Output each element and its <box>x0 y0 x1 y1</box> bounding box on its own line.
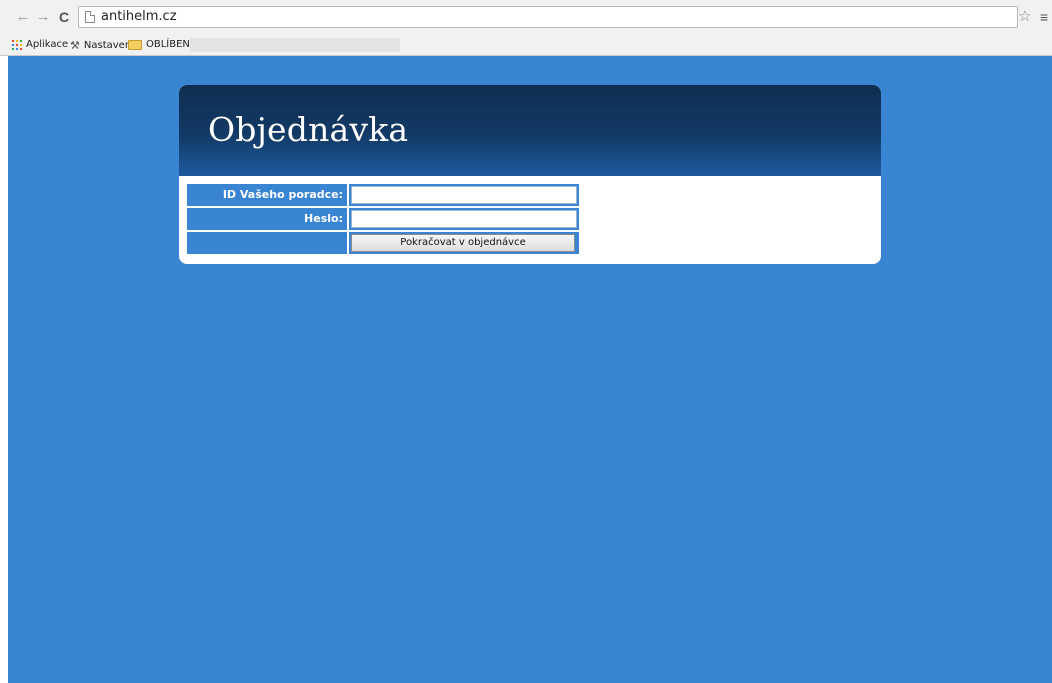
reload-button[interactable]: C <box>55 8 73 26</box>
bookmarks-blank-area <box>190 38 400 52</box>
order-panel: Objednávka ID Vašeho poradce: Heslo: Pok… <box>179 85 881 264</box>
reload-icon: C <box>58 9 70 25</box>
advisor-id-cell <box>349 184 579 206</box>
password-input[interactable] <box>351 210 577 228</box>
bookmark-settings[interactable]: ⚒ Nastavení <box>70 39 134 52</box>
advisor-id-label: ID Vašeho poradce: <box>187 184 347 206</box>
wrench-icon: ⚒ <box>70 39 80 52</box>
password-label: Heslo: <box>187 208 347 230</box>
bookmark-star-icon[interactable]: ☆ <box>1018 8 1031 26</box>
panel-header: Objednávka <box>179 85 881 176</box>
password-cell <box>349 208 579 230</box>
page-left-edge <box>0 56 8 683</box>
browser-toolbar: ← → C antihelm.cz ☆ ≡ <box>0 0 1052 34</box>
page-icon <box>85 11 95 23</box>
form-row-password: Heslo: <box>187 208 579 230</box>
forward-button[interactable]: → <box>34 8 52 26</box>
submit-row-label-cell <box>187 232 347 254</box>
browser-chrome: ← → C antihelm.cz ☆ ≡ Aplikace ⚒ Nastave… <box>0 0 1052 56</box>
menu-icon[interactable]: ≡ <box>1040 8 1048 26</box>
arrow-left-icon: ← <box>15 8 31 25</box>
bookmark-apps[interactable]: Aplikace <box>12 39 68 50</box>
form-row-submit: Pokračovat v objednávce <box>187 232 579 254</box>
bookmarks-bar: Aplikace ⚒ Nastavení OBLÍBENÉ <box>0 36 1052 56</box>
advisor-id-input[interactable] <box>351 186 577 204</box>
page-title: Objednávka <box>208 110 409 149</box>
bookmark-folder-favorites[interactable]: OBLÍBENÉ <box>128 39 196 50</box>
url-text: antihelm.cz <box>101 9 177 24</box>
arrow-right-icon: → <box>35 8 51 25</box>
continue-order-button[interactable]: Pokračovat v objednávce <box>351 234 575 252</box>
bookmark-label: Nastavení <box>83 40 134 51</box>
apps-icon <box>12 39 22 50</box>
bookmark-label: OBLÍBENÉ <box>146 39 197 50</box>
folder-icon <box>128 39 142 50</box>
bookmark-label: Aplikace <box>26 39 69 50</box>
address-bar[interactable]: antihelm.cz <box>78 6 1018 28</box>
submit-cell: Pokračovat v objednávce <box>349 232 579 254</box>
form-row-advisor-id: ID Vašeho poradce: <box>187 184 579 206</box>
back-button[interactable]: ← <box>14 8 32 26</box>
